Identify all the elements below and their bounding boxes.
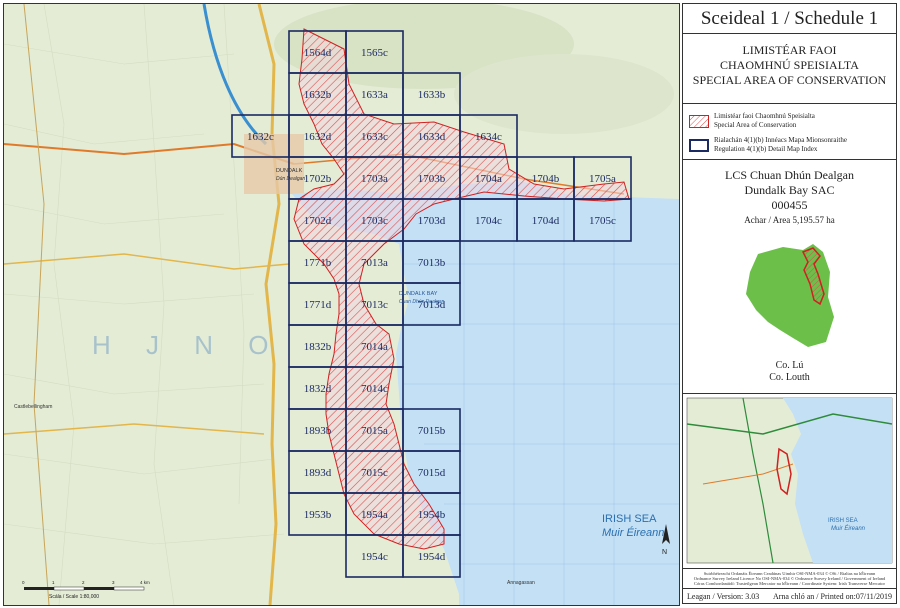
- legend-sac-en: Special Area of Conservation: [714, 121, 797, 129]
- site-area: Achar / Area 5,195.57 ha: [744, 215, 835, 225]
- county-label-ga: Co. Lú: [775, 360, 804, 371]
- map-tile-label: 1703d: [418, 215, 446, 227]
- map-tile-label: 1703a: [361, 173, 388, 185]
- map-tile-label: 1704d: [532, 215, 560, 227]
- map-tile-label: 1633a: [361, 89, 388, 101]
- site-name-ga: LCS Chuan Dhún Dealgan: [725, 168, 854, 182]
- schedule-map-page: 1564d 1565c 1632b 1633a 1633b 1632c 1632d 1633c…: [0, 0, 900, 608]
- map-tile-label: 1954a: [361, 509, 388, 521]
- map-tile-label: 7013b: [418, 257, 446, 269]
- sac-type-line-2: CHAOMHNÚ SPEISIALTA: [720, 58, 859, 72]
- town-label-ga: Dún Dealgan: [276, 176, 305, 182]
- overview-sea-label-ga: Muir Éireann: [831, 525, 866, 532]
- map-tile-label: 1702d: [304, 215, 332, 227]
- map-legend: Limistéar faoi Chaomhnú Speisialta Speci…: [683, 104, 896, 160]
- bay-label-ga: Cuan Dhún Dealgan: [399, 299, 445, 305]
- map-tile-label: 1832b: [304, 341, 332, 353]
- schedule-title: Sceideal 1 / Schedule 1: [683, 4, 896, 34]
- sea-label: IRISH SEA: [602, 513, 657, 525]
- legend-index-en: Regulation 4(1)(b) Detail Map Index: [714, 145, 818, 153]
- sac-type-line-3: SPECIAL AREA OF CONSERVATION: [692, 73, 887, 87]
- detail-map[interactable]: 1564d 1565c 1632b 1633a 1633b 1632c 1632d 1633c…: [3, 3, 680, 606]
- legend-index-ga: Rialachán 4(1)(b) Innéacs Mapa Mionsonra…: [714, 136, 847, 144]
- sac-type-line-1: LIMISTÉAR FAOI: [742, 43, 837, 57]
- grid-square-label: H J N O: [92, 330, 282, 360]
- county-locator-map: [746, 244, 834, 347]
- map-tile-label: 1953b: [304, 509, 332, 521]
- sac-type-block: LIMISTÉAR FAOI CHAOMHNÚ SPEISIALTA SPECI…: [683, 34, 896, 104]
- map-tile-label: 1632c: [247, 131, 274, 143]
- detail-map-svg: 1564d 1565c 1632b 1633a 1633b 1632c 1632d 1633c…: [4, 4, 679, 605]
- copyright-credits: Suirbhéireacht Ordanáis Éireann Ceadúnas…: [683, 569, 896, 589]
- overview-map: IRISH SEA Muir Éireann: [683, 394, 896, 569]
- map-tile-label: 7014c: [361, 383, 388, 395]
- map-tile-label: 7015a: [361, 425, 388, 437]
- hill-area: [454, 54, 674, 134]
- map-tile-label: 1954b: [418, 509, 446, 521]
- svg-text:N: N: [662, 549, 667, 556]
- map-tile-label: 1633c: [361, 131, 388, 143]
- map-tile-label: 1564d: [304, 47, 332, 59]
- site-name-en: Dundalk Bay SAC: [744, 183, 835, 197]
- legend-row-index: Rialachán 4(1)(b) Innéacs Mapa Mionsonra…: [689, 136, 847, 154]
- scale-label: Scála / Scale 1:80,000: [49, 594, 99, 600]
- overview-map-svg: IRISH SEA Muir Éireann: [686, 397, 893, 564]
- map-tile-label: 7013c: [361, 299, 388, 311]
- site-info-block: LCS Chuan Dhún Dealgan Dundalk Bay SAC 0…: [683, 160, 896, 394]
- index-grid-swatch-icon: [689, 138, 709, 152]
- map-tile-label: 1703b: [418, 173, 446, 185]
- map-tile-label: 1771b: [304, 257, 332, 269]
- map-tile-label: 1702b: [304, 173, 332, 185]
- town-label: DUNDALK: [276, 168, 303, 174]
- map-info-panel: Sceideal 1 / Schedule 1 LIMISTÉAR FAOI C…: [682, 3, 897, 604]
- map-tile-label: 1771d: [304, 299, 332, 311]
- map-tile-label: 1954d: [418, 551, 446, 563]
- legend-row-sac: Limistéar faoi Chaomhnú Speisialta Speci…: [689, 112, 815, 130]
- annagassan-label: Annagassan: [507, 580, 535, 586]
- map-tile-label: 1704c: [475, 215, 502, 227]
- map-tile-label: 1832d: [304, 383, 332, 395]
- printed-date: Arna chló an / Printed on:07/11/2019: [772, 592, 892, 601]
- site-code: 000455: [771, 198, 808, 212]
- version-label: Leagan / Version: 3.03: [687, 592, 760, 601]
- map-tile-label: 1704b: [532, 173, 560, 185]
- map-tile-label: 7015b: [418, 425, 446, 437]
- sac-hatch-swatch-icon: [689, 114, 709, 128]
- map-tile-label: 1893b: [304, 425, 332, 437]
- map-tile-label: 1893d: [304, 467, 332, 479]
- map-footer: Leagan / Version: 3.03 Arna chló an / Pr…: [683, 589, 896, 605]
- overview-sea-label: IRISH SEA: [828, 518, 858, 524]
- map-tile-label: 1705c: [589, 215, 616, 227]
- map-tile-label: 1632d: [304, 131, 332, 143]
- map-tile-label: 7015c: [361, 467, 388, 479]
- map-tile-label: 1634c: [475, 131, 502, 143]
- castlebellingham-label: Castlebellingham: [14, 404, 52, 410]
- map-tile-label: 1954c: [361, 551, 388, 563]
- scale-tick-4: 4 km: [140, 580, 150, 585]
- map-tile-label: 1565c: [361, 47, 388, 59]
- credit-line-3: Córas Comhordanáidí: Trasteilgean Mercat…: [693, 581, 886, 586]
- map-tile-label: 1633b: [418, 89, 446, 101]
- map-tile-label: 7015d: [418, 467, 446, 479]
- map-tile-label: 1705a: [589, 173, 616, 185]
- map-tile-label: 1704a: [475, 173, 502, 185]
- map-tile-label: 1633d: [418, 131, 446, 143]
- map-tile-label: 7014a: [361, 341, 388, 353]
- bay-label: DUNDALK BAY: [399, 291, 438, 297]
- map-tile-label: 7013a: [361, 257, 388, 269]
- map-tile-label: 1703c: [361, 215, 388, 227]
- legend-sac-ga: Limistéar faoi Chaomhnú Speisialta: [714, 112, 815, 120]
- map-tile-label: 1632b: [304, 89, 332, 101]
- sea-label-ga: Muir Éireann: [602, 526, 664, 539]
- town-area: [244, 134, 304, 194]
- county-label-en: Co. Louth: [769, 372, 810, 383]
